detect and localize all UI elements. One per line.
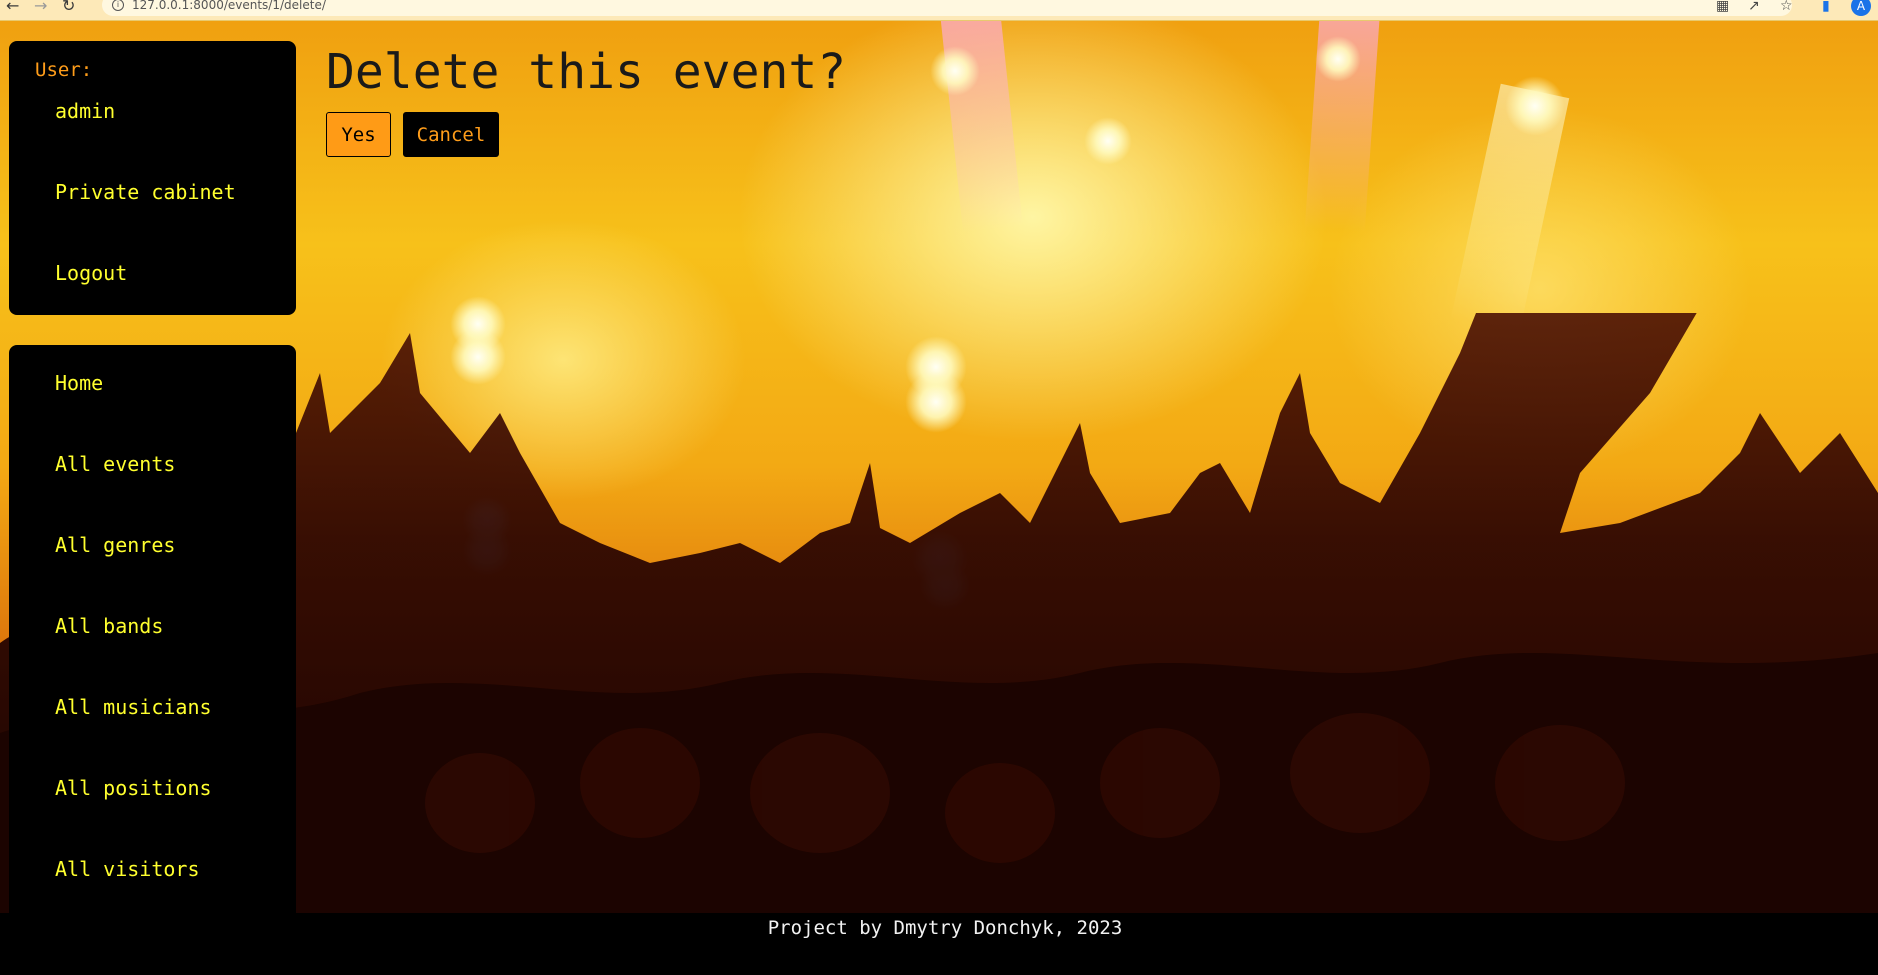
translate-icon[interactable]: ▦ xyxy=(1716,0,1729,14)
footer: Project by Dmytry Donchyk, 2023 xyxy=(0,913,1878,975)
extension-icon[interactable]: ▮ xyxy=(1822,0,1830,14)
nav-all-events-link[interactable]: All events xyxy=(55,452,175,476)
stage-light xyxy=(1315,36,1361,82)
navigation-panel: Home All events All genres All bands All… xyxy=(9,345,296,949)
address-bar[interactable]: i 127.0.0.1:8000/events/1/delete/ xyxy=(102,0,1792,16)
info-icon[interactable]: i xyxy=(112,0,124,11)
nav-all-bands-link[interactable]: All bands xyxy=(55,614,163,638)
nav-home-link[interactable]: Home xyxy=(55,371,103,395)
private-cabinet-link[interactable]: Private cabinet xyxy=(55,180,236,204)
nav-all-visitors-link[interactable]: All visitors xyxy=(55,857,200,881)
confirm-delete-button[interactable]: Yes xyxy=(326,112,391,157)
url-text: 127.0.0.1:8000/events/1/delete/ xyxy=(132,0,326,12)
footer-credit: Project by Dmytry Donchyk, 2023 xyxy=(767,917,1123,939)
username-link[interactable]: admin xyxy=(55,99,115,123)
cancel-button[interactable]: Cancel xyxy=(403,112,499,157)
user-panel: User: admin Private cabinet Logout xyxy=(9,41,296,315)
nav-all-musicians-link[interactable]: All musicians xyxy=(55,695,212,719)
share-icon[interactable]: ↗ xyxy=(1748,0,1760,14)
user-label: User: xyxy=(35,59,93,81)
page-title: Delete this event? xyxy=(326,44,847,100)
logout-link[interactable]: Logout xyxy=(55,261,127,285)
browser-toolbar: ← → ↻ i 127.0.0.1:8000/events/1/delete/ … xyxy=(0,0,1878,21)
reload-icon[interactable]: ↻ xyxy=(62,0,75,15)
star-icon[interactable]: ☆ xyxy=(1780,0,1793,14)
stage-light xyxy=(1505,76,1565,136)
nav-all-positions-link[interactable]: All positions xyxy=(55,776,212,800)
nav-all-genres-link[interactable]: All genres xyxy=(55,533,175,557)
stage-light xyxy=(1084,117,1132,165)
profile-avatar[interactable]: A xyxy=(1851,0,1871,16)
forward-arrow-icon[interactable]: → xyxy=(34,0,47,15)
back-arrow-icon[interactable]: ← xyxy=(6,0,19,15)
stage-light xyxy=(930,46,980,96)
